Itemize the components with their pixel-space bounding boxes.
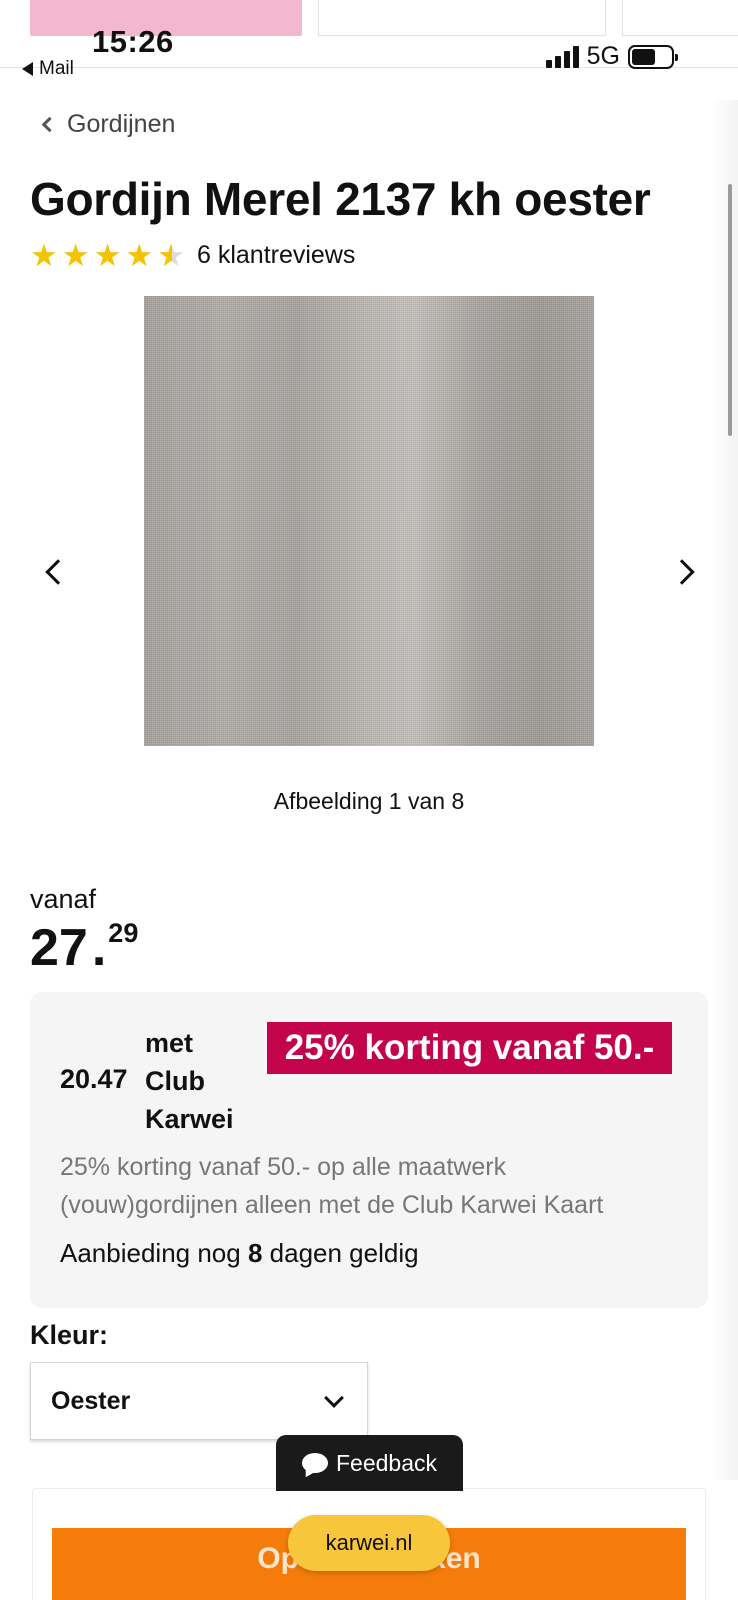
back-to-mail[interactable]: Mail (22, 58, 74, 80)
feedback-button[interactable]: Feedback (276, 1435, 463, 1491)
battery-icon (628, 44, 678, 69)
signal-icon (545, 45, 579, 68)
network-label: 5G (586, 42, 620, 70)
feedback-label: Feedback (335, 1449, 437, 1476)
validity-prefix: Aanbieding nog (60, 1238, 241, 1268)
scrollbar-thumb[interactable] (728, 184, 732, 436)
chevron-left-icon (41, 116, 58, 133)
club-label: met Club Karwei (145, 1028, 234, 1134)
product-title: Gordijn Merel 2137 kh oester (30, 173, 651, 225)
gallery-prev-button[interactable] (34, 552, 74, 592)
promo-card[interactable] (622, 0, 738, 36)
gallery-next-button[interactable] (666, 552, 706, 592)
promo-card[interactable] (318, 0, 606, 36)
star-icon: ★ (30, 238, 58, 273)
star-icon: ★ (93, 238, 122, 273)
star-icon: ★ (125, 238, 154, 273)
status-time: 15:26 (92, 24, 174, 59)
breadcrumb-label: Gordijnen (67, 110, 176, 138)
back-app-label: Mail (39, 58, 74, 79)
promo-description: 25% korting vanaf 50.- op alle maatwerk … (60, 1153, 604, 1219)
promo-validity: Aanbieding nog 8 dagen geldig (60, 1238, 419, 1269)
price-separator: . (91, 919, 107, 977)
back-triangle-icon (22, 62, 33, 76)
validity-days: 8 (247, 1238, 263, 1268)
reviews-link[interactable]: 6 klantreviews (197, 241, 355, 270)
status-indicators: 5G (545, 42, 678, 71)
chevron-left-icon (45, 559, 71, 585)
price-decimals: 29 (108, 918, 139, 948)
price-integer: 27 (30, 919, 88, 977)
rating-stars: ★ ★ ★ ★ ★ ★ (30, 240, 185, 271)
product-image[interactable] (144, 296, 594, 746)
product-rating[interactable]: ★ ★ ★ ★ ★ ★ 6 klantreviews (30, 240, 355, 271)
club-promo-box: 20.47 met Club Karwei 25% korting vanaf … (30, 992, 708, 1308)
color-select-value: Oester (51, 1386, 131, 1415)
color-select[interactable]: Oester (30, 1362, 368, 1440)
browser-url-pill[interactable]: karwei.nl (288, 1515, 450, 1571)
club-price: 20.47 (60, 1064, 128, 1094)
price-from-label: vanaf (30, 884, 97, 914)
breadcrumb[interactable]: Gordijnen (38, 110, 175, 139)
color-label: Kleur: (30, 1320, 109, 1350)
product-price: 27 . 29 (30, 918, 139, 977)
chevron-right-icon (669, 559, 695, 585)
chevron-down-icon (324, 1388, 344, 1408)
validity-suffix: dagen geldig (269, 1238, 419, 1268)
star-half-icon: ★ ★ (157, 238, 185, 273)
star-icon: ★ (61, 238, 90, 273)
gallery-counter: Afbeelding 1 van 8 (273, 788, 465, 814)
discount-badge: 25% korting vanaf 50.- (267, 1022, 672, 1074)
chat-bubble-icon (301, 1453, 328, 1473)
